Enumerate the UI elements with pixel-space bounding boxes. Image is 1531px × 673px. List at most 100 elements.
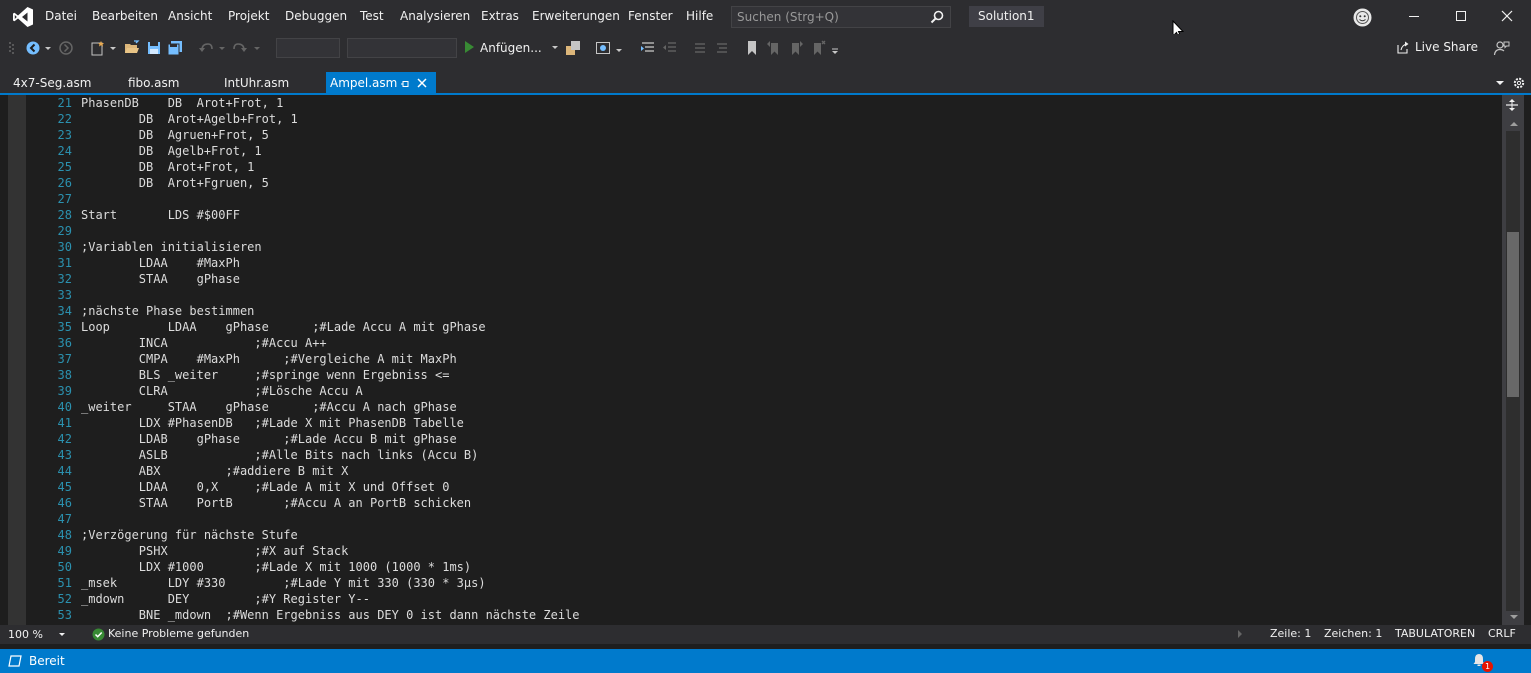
solution-configuration-combo[interactable] [276,38,340,58]
code-line[interactable]: STAA PortB ;#Accu A an PortB schicken [81,495,580,511]
code-line[interactable] [81,223,580,239]
code-editor[interactable]: 21 22 23 24 25 26 27 28 29 30 31 32 33 34 35 36 37 38 39 40… [8,95,1500,625]
account-profile-icon[interactable] [1353,8,1372,27]
code-line[interactable]: Start LDS #$00FF [81,207,580,223]
maximize-icon[interactable] [1453,8,1469,24]
split-editor-icon[interactable] [1504,97,1520,113]
code-line[interactable]: PSHX ;#X auf Stack [81,543,580,559]
code-line[interactable]: Loop LDAA gPhase ;#Lade Accu A mit gPhas… [81,319,580,335]
navigate-back-icon[interactable] [25,40,41,56]
code-line[interactable]: DB Agruen+Frot, 5 [81,127,580,143]
navigate-forward-icon[interactable] [58,40,74,56]
new-dropdown-icon[interactable] [109,40,117,56]
horizontal-scroll-left-icon[interactable] [1237,629,1243,639]
code-line[interactable]: ;nächste Phase bestimmen [81,303,580,319]
menu-projekt[interactable]: Projekt [228,9,269,23]
browser-dropdown-icon[interactable] [615,40,623,56]
navigate-back-dropdown-icon[interactable] [44,40,52,56]
previous-bookmark-icon[interactable] [766,40,782,56]
pin-tab-icon[interactable] [400,79,410,89]
code-line[interactable]: LDAA #MaxPh [81,255,580,271]
tab-4x7-seg[interactable]: 4x7-Seg.asm [13,72,91,94]
code-line[interactable]: BLS _weiter ;#springe wenn Ergebniss <= [81,367,580,383]
open-file-icon[interactable] [124,40,140,56]
code-line[interactable]: _mdown DEY ;#Y Register Y-- [81,591,580,607]
solution-explorer-icon[interactable] [565,40,581,56]
menu-extras[interactable]: Extras [481,9,519,23]
code-line[interactable]: DB Agelb+Frot, 1 [81,143,580,159]
save-all-icon[interactable] [167,40,183,56]
toolbar-options-dropdown-icon[interactable] [831,40,839,56]
redo-icon[interactable] [232,40,248,56]
code-line[interactable]: BNE _mdown ;#Wenn Ergebniss aus DEY 0 is… [81,607,580,623]
bookmark-icon[interactable] [744,40,760,56]
new-project-icon[interactable] [90,40,106,56]
save-icon[interactable] [146,40,162,56]
search-icon[interactable] [930,10,944,24]
code-line[interactable]: INCA ;#Accu A++ [81,335,580,351]
search-input[interactable]: Suchen (Strg+Q) [731,6,951,28]
line-number: 46 [57,496,72,510]
code-line[interactable]: ;Variablen initialisieren [81,239,580,255]
next-bookmark-icon[interactable] [788,40,804,56]
solution-platform-combo[interactable] [347,38,457,58]
tab-fibo[interactable]: fibo.asm [128,72,179,94]
scroll-up-icon[interactable] [1509,120,1519,128]
scroll-down-icon[interactable] [1509,613,1519,621]
code-line[interactable]: LDX #PhasenDB ;#Lade X mit PhasenDB Tabe… [81,415,580,431]
line-number: 40 [57,400,72,414]
code-line[interactable]: STAA gPhase [81,271,580,287]
feedback-person-icon[interactable] [1493,39,1511,57]
menu-erweiterungen[interactable]: Erweiterungen [532,9,620,23]
code-line[interactable]: PhasenDB DB Arot+Frot, 1 [81,95,580,111]
close-window-icon[interactable] [1499,8,1515,24]
attach-button[interactable]: Anfügen... [463,38,559,58]
menu-ansicht[interactable]: Ansicht [168,9,212,23]
code-line[interactable] [81,511,580,527]
code-line[interactable]: LDAB gPhase ;#Lade Accu B mit gPhase [81,431,580,447]
close-tab-icon[interactable] [417,78,427,88]
code-text-area[interactable]: PhasenDB DB Arot+Frot, 1 DB Arot+Agelb+F… [81,95,580,623]
outdent-icon[interactable] [662,40,678,56]
code-line[interactable]: _weiter STAA gPhase ;#Accu A nach gPhase [81,399,580,415]
indentation-indicator[interactable]: TABULATOREN [1395,627,1475,640]
code-line[interactable]: LDAA 0,X ;#Lade A mit X und Offset 0 [81,479,580,495]
code-line[interactable]: DB Arot+Frot, 1 [81,159,580,175]
minimize-icon[interactable] [1406,8,1422,24]
code-line[interactable]: CMPA #MaxPh ;#Vergleiche A mit MaxPh [81,351,580,367]
undo-dropdown-icon[interactable] [218,40,226,56]
code-line[interactable]: LDX #1000 ;#Lade X mit 1000 (1000 * 1ms) [81,559,580,575]
live-share-button[interactable]: Live Share [1396,40,1478,54]
line-ending-indicator[interactable]: CRLF [1488,627,1516,640]
code-line[interactable] [81,287,580,303]
menu-test[interactable]: Test [360,9,384,23]
issues-status[interactable]: Keine Probleme gefunden [108,627,249,640]
tab-list-dropdown-icon[interactable] [1495,79,1505,87]
tab-ampel[interactable]: Ampel.asm [326,72,436,94]
menu-debuggen[interactable]: Debuggen [285,9,347,23]
clear-bookmarks-icon[interactable] [810,40,826,56]
code-line[interactable]: ABX ;#addiere B mit X [81,463,580,479]
browser-link-icon[interactable] [595,40,611,56]
undo-icon[interactable] [198,40,214,56]
menu-datei[interactable]: Datei [45,9,77,23]
redo-dropdown-icon[interactable] [253,40,261,56]
tab-intuhr[interactable]: IntUhr.asm [224,72,289,94]
code-line[interactable] [81,191,580,207]
outline-icon[interactable] [640,40,656,56]
code-line[interactable]: ASLB ;#Alle Bits nach links (Accu B) [81,447,580,463]
code-line[interactable]: DB Arot+Fgruen, 5 [81,175,580,191]
uncomment-lines-icon[interactable] [714,40,730,56]
settings-gear-icon[interactable] [1512,76,1526,90]
code-line[interactable]: CLRA ;#Lösche Accu A [81,383,580,399]
comment-lines-icon[interactable] [692,40,708,56]
menu-fenster[interactable]: Fenster [628,9,673,23]
code-line[interactable]: ;Verzögerung für nächste Stufe [81,527,580,543]
code-line[interactable]: DB Arot+Agelb+Frot, 1 [81,111,580,127]
menu-analysieren[interactable]: Analysieren [400,9,470,23]
menu-hilfe[interactable]: Hilfe [686,9,713,23]
menu-bearbeiten[interactable]: Bearbeiten [92,9,158,23]
code-line[interactable]: _msek LDY #330 ;#Lade Y mit 330 (330 * 3… [81,575,580,591]
scrollbar-thumb[interactable] [1507,232,1519,397]
zoom-dropdown-icon[interactable] [58,632,66,638]
